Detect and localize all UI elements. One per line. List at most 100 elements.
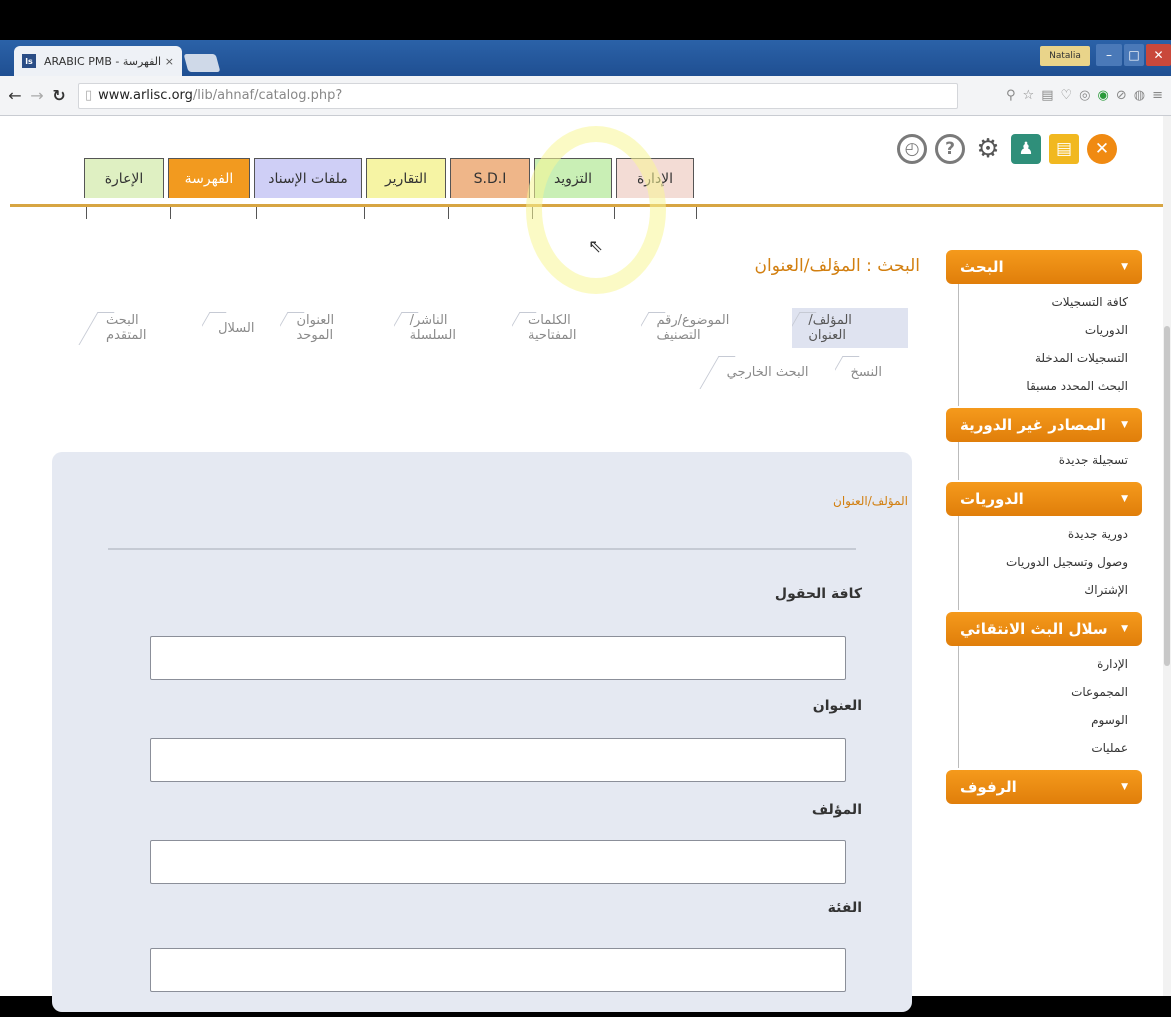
title-input[interactable]	[150, 738, 846, 782]
menu-icon[interactable]: ≡	[1152, 88, 1163, 103]
side-list-search: كافة التسجيلات الدوريات التسجيلات المدخل…	[958, 284, 1142, 406]
side-item-serial-receipt[interactable]: وصول وتسجيل الدوريات	[959, 550, 1128, 578]
side-item-management[interactable]: الإدارة	[959, 652, 1128, 680]
extension-icon-6[interactable]: ◍	[1134, 88, 1145, 103]
page-icon: ▯	[85, 88, 93, 103]
side-header-label: المصادر غير الدورية	[960, 416, 1106, 434]
new-tab-button[interactable]	[183, 54, 221, 72]
module-tabs: الإعارة الفهرسة ملفات الإسناد التقارير S…	[84, 158, 694, 198]
side-item-subscription[interactable]: الإشتراك	[959, 578, 1128, 606]
side-item-serials[interactable]: الدوريات	[959, 318, 1128, 346]
author-input[interactable]	[150, 840, 846, 884]
settings-gear-icon[interactable]: ⚙	[973, 134, 1003, 164]
side-item-operations[interactable]: عمليات	[959, 736, 1128, 764]
tab-divider	[170, 207, 171, 219]
search-tab-subject[interactable]: الموضوع/رقم التصنيف	[640, 308, 793, 348]
extension-icon-2[interactable]: ♡	[1061, 88, 1073, 103]
tab-divider	[532, 207, 533, 219]
side-item-entered-records[interactable]: التسجيلات المدخلة	[959, 346, 1128, 374]
tab-authorities[interactable]: ملفات الإسناد	[254, 158, 362, 198]
tab-sdi[interactable]: S.D.I	[450, 158, 530, 198]
search-tab-external[interactable]: البحث الخارجي	[710, 352, 835, 392]
page-scrollbar[interactable]	[1163, 116, 1171, 996]
all-fields-input[interactable]	[150, 636, 846, 680]
extension-icon-5[interactable]: ⊘	[1116, 88, 1127, 103]
field-label-all-fields: كافة الحقول	[774, 586, 862, 602]
side-header-shelves[interactable]: الرفوف ▼	[946, 770, 1142, 804]
side-item-new-serial[interactable]: دورية جديدة	[959, 522, 1128, 550]
side-header-search[interactable]: البحث ▼	[946, 250, 1142, 284]
extension-icon-1[interactable]: ▤	[1041, 88, 1053, 103]
search-form-panel: المؤلف/العنوان كافة الحقول العنوان المؤل…	[52, 452, 912, 1012]
side-item-groups[interactable]: المجموعات	[959, 680, 1128, 708]
side-item-predefined-search[interactable]: البحث المحدد مسبقا	[959, 374, 1128, 402]
window-close-button[interactable]: ✕	[1146, 44, 1171, 66]
tab-divider	[256, 207, 257, 219]
side-header-sdi-baskets[interactable]: سلال البث الانتقائي ▼	[946, 612, 1142, 646]
mouse-cursor-icon: ⇖	[588, 236, 604, 257]
field-label-author: المؤلف	[811, 802, 862, 818]
user-badge[interactable]: Natalia	[1040, 46, 1090, 66]
address-bar: ← → ↻ ▯ www.arlisc.org /lib/ahnaf/catalo…	[0, 76, 1171, 116]
toolbar-icons: ◴ ? ⚙ ♟ ▤ ✕	[897, 134, 1117, 164]
search-tab-copies[interactable]: النسخ	[834, 352, 908, 392]
field-label-category: الفئة	[827, 900, 862, 916]
reload-icon[interactable]: ↻	[48, 86, 70, 105]
search-tab-keywords[interactable]: الكلمات المفتاحية	[512, 308, 641, 348]
search-tab-baskets[interactable]: السلال	[202, 308, 281, 348]
screen: ls ARABIC PMB - الفهرسة × Natalia – □ ✕ …	[0, 0, 1171, 1017]
side-header-label: سلال البث الانتقائي	[960, 620, 1108, 638]
side-header-monographs[interactable]: المصادر غير الدورية ▼	[946, 408, 1142, 442]
tab-acquisitions[interactable]: التزويد	[534, 158, 612, 198]
search-tab-advanced[interactable]: البحث المتقدم	[90, 308, 203, 348]
back-arrow-icon[interactable]: ←	[4, 86, 26, 105]
extension-icons: ⚲ ☆ ▤ ♡ ◎ ◉ ⊘ ◍ ≡	[1006, 88, 1163, 103]
category-input[interactable]	[150, 948, 846, 992]
tab-divider	[448, 207, 449, 219]
side-list-serials: دورية جديدة وصول وتسجيل الدوريات الإشترا…	[958, 516, 1142, 610]
maximize-button[interactable]: □	[1124, 44, 1144, 66]
url-input[interactable]: ▯ www.arlisc.org /lib/ahnaf/catalog.php?	[78, 82, 958, 109]
chevron-down-icon: ▼	[1121, 624, 1128, 634]
search-tab-author-title[interactable]: المؤلف/العنوان	[792, 308, 908, 348]
save-icon[interactable]: ▤	[1049, 134, 1079, 164]
tabs-rule	[10, 204, 1170, 207]
side-item-all-records[interactable]: كافة التسجيلات	[959, 290, 1129, 318]
tab-administration[interactable]: الإدارة	[616, 158, 694, 198]
extension-icon-4[interactable]: ◉	[1098, 88, 1109, 103]
tab-title: ARABIC PMB - الفهرسة	[44, 54, 162, 68]
side-list-sdi-baskets: الإدارة المجموعات الوسوم عمليات	[958, 646, 1142, 768]
chevron-down-icon: ▼	[1121, 420, 1128, 430]
side-header-label: البحث	[960, 258, 1004, 276]
side-item-new-record[interactable]: تسجيلة جديدة	[959, 448, 1128, 476]
tab-reports[interactable]: التقارير	[366, 158, 446, 198]
close-circle-icon[interactable]: ✕	[1087, 134, 1117, 164]
side-header-serials[interactable]: الدوريات ▼	[946, 482, 1142, 516]
search-tab-publisher-series[interactable]: الناشر/السلسلة	[393, 308, 513, 348]
clock-icon[interactable]: ◴	[897, 134, 927, 164]
search-tab-uniform-title[interactable]: العنوان الموحد	[280, 308, 394, 348]
tab-circulation[interactable]: الإعارة	[84, 158, 164, 198]
scroll-thumb[interactable]	[1164, 326, 1170, 666]
page-content: ◴ ? ⚙ ♟ ▤ ✕ الإعارة الفهرسة ملفات الإسنا…	[0, 116, 1171, 1012]
form-title: المؤلف/العنوان	[833, 494, 908, 508]
chevron-down-icon: ▼	[1121, 494, 1128, 504]
minimize-button[interactable]: –	[1096, 44, 1122, 66]
extension-icon-3[interactable]: ◎	[1079, 88, 1090, 103]
tab-cataloging[interactable]: الفهرسة	[168, 158, 250, 198]
browser-tab-bar: ls ARABIC PMB - الفهرسة × Natalia – □ ✕	[0, 40, 1171, 76]
search-type-tabs: المؤلف/العنوان الموضوع/رقم التصنيف الكلم…	[90, 308, 908, 396]
users-icon[interactable]: ♟	[1011, 134, 1041, 164]
side-item-tags[interactable]: الوسوم	[959, 708, 1128, 736]
search-type-row-1: المؤلف/العنوان الموضوع/رقم التصنيف الكلم…	[90, 308, 908, 352]
cursor-highlight	[526, 126, 666, 294]
side-menu: البحث ▼ كافة التسجيلات الدوريات التسجيلا…	[946, 248, 1142, 804]
tab-close-icon[interactable]: ×	[165, 55, 174, 68]
tab-divider	[696, 207, 697, 219]
browser-tab[interactable]: ls ARABIC PMB - الفهرسة ×	[14, 46, 182, 76]
tab-divider	[614, 207, 615, 219]
forward-arrow-icon[interactable]: →	[26, 86, 48, 105]
help-icon[interactable]: ?	[935, 134, 965, 164]
star-icon[interactable]: ☆	[1023, 88, 1035, 103]
zoom-icon[interactable]: ⚲	[1006, 88, 1016, 103]
